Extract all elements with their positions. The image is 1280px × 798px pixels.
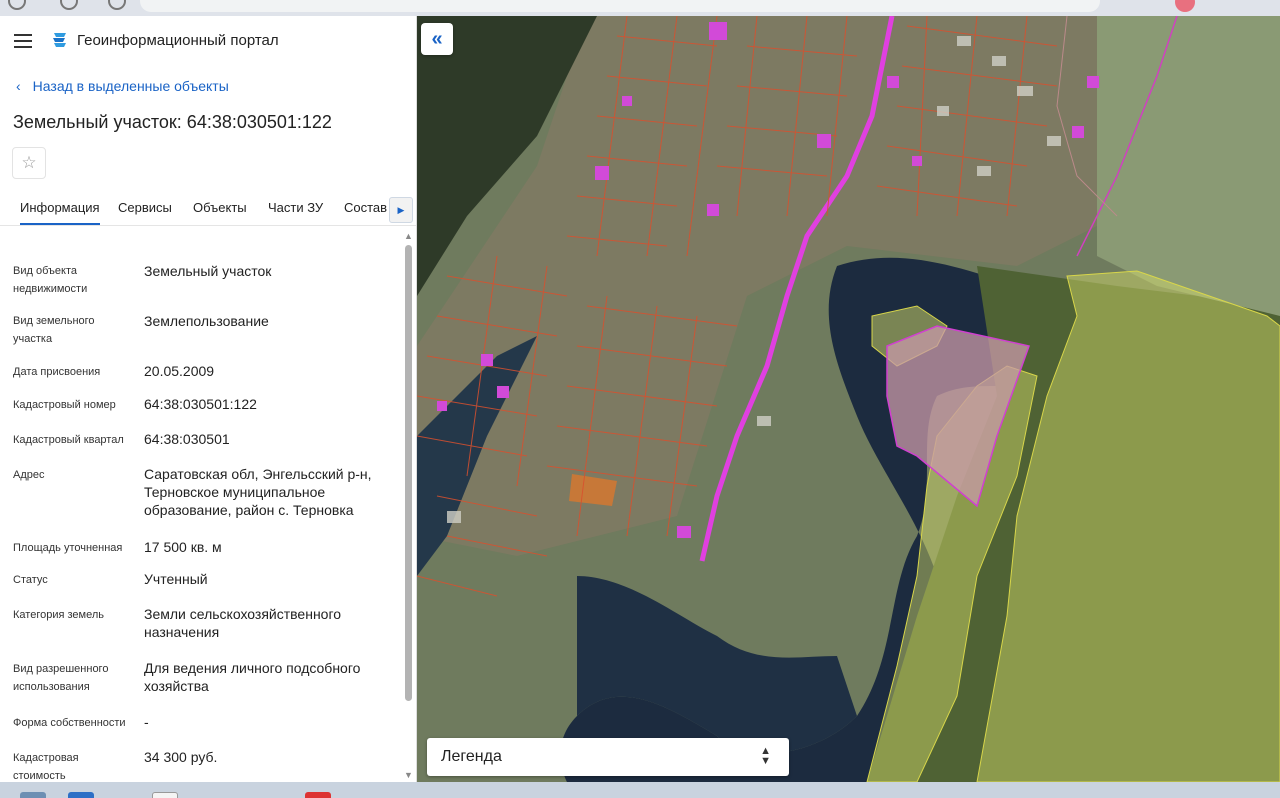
tab-information[interactable]: Информация bbox=[20, 200, 100, 225]
double-chevron-left-icon: « bbox=[431, 27, 443, 50]
address-bar[interactable] bbox=[140, 0, 1100, 12]
legend-label: Легенда bbox=[441, 748, 502, 765]
field-value: Для ведения личного подсобного хозяйства bbox=[144, 660, 361, 694]
star-icon: ☆ bbox=[21, 153, 37, 172]
taskbar-app-icon[interactable] bbox=[68, 792, 94, 798]
satellite-map bbox=[417, 16, 1280, 782]
field-label: Дата присвоения bbox=[13, 366, 101, 378]
field-value: Саратовская обл, Энгельсский р-н, Тернов… bbox=[144, 466, 372, 518]
tab-objects[interactable]: Объекты bbox=[193, 200, 247, 215]
taskbar-app-icon[interactable] bbox=[152, 792, 178, 798]
field-label: Кадастровый номер bbox=[13, 399, 116, 411]
page-title: Земельный участок: 64:38:030501:122 bbox=[13, 112, 332, 132]
field-value: Земельный участок bbox=[144, 263, 272, 279]
field-value: 64:38:030501 bbox=[144, 431, 230, 447]
app-header: Геоинформационный портал bbox=[0, 16, 416, 64]
field-value: 34 300 руб. bbox=[144, 749, 218, 765]
back-label: Назад в выделенные объекты bbox=[32, 78, 229, 94]
os-taskbar bbox=[0, 782, 1280, 798]
field-value: 17 500 кв. м bbox=[144, 539, 222, 555]
collapse-panel-button[interactable]: « bbox=[421, 23, 453, 55]
field-label: Статус bbox=[13, 574, 48, 586]
field-label: Вид объекта недвижимости bbox=[13, 265, 88, 295]
chevron-left-icon: ‹ bbox=[16, 78, 21, 94]
taskbar-app-icon[interactable] bbox=[305, 792, 331, 798]
field-value: Землепользование bbox=[144, 313, 269, 329]
browser-back-icon[interactable] bbox=[8, 0, 26, 10]
scrollbar-thumb[interactable] bbox=[405, 245, 412, 701]
field-label: Площадь уточненная bbox=[13, 542, 123, 554]
start-icon[interactable] bbox=[20, 792, 46, 798]
sort-arrows-icon: ▲ ▼ bbox=[760, 745, 771, 767]
portal-logo-icon bbox=[50, 30, 70, 50]
tabs-scroll-right-button[interactable]: ▶ bbox=[389, 197, 413, 223]
field-label: Кадастровый квартал bbox=[13, 434, 124, 446]
portal-title: Геоинформационный портал bbox=[77, 32, 279, 49]
browser-reload-icon[interactable] bbox=[108, 0, 126, 10]
scroll-up-icon[interactable]: ▲ bbox=[404, 231, 413, 241]
hamburger-icon[interactable] bbox=[14, 34, 32, 48]
field-label: Вид разрешенного использования bbox=[13, 663, 109, 693]
tab-parts[interactable]: Части ЗУ bbox=[268, 200, 323, 215]
status-value: Учтенный bbox=[144, 571, 208, 587]
legend-dropdown[interactable]: Легенда ▲ ▼ bbox=[427, 738, 789, 776]
field-value: Земли сельскохозяйственного назначения bbox=[144, 606, 342, 640]
info-scrollbar[interactable]: ▲ ▼ bbox=[403, 231, 415, 782]
scroll-down-icon[interactable]: ▼ bbox=[404, 770, 413, 780]
field-label: Форма собственности bbox=[13, 717, 126, 729]
tab-bar: Информация Сервисы Объекты Части ЗУ Сост… bbox=[0, 194, 416, 226]
favorite-button[interactable]: ☆ bbox=[12, 147, 46, 179]
field-label: Адрес bbox=[13, 469, 45, 481]
field-value: - bbox=[144, 714, 149, 730]
tab-services[interactable]: Сервисы bbox=[118, 200, 172, 215]
info-panel: Геоинформационный портал ‹ Назад в выделе… bbox=[0, 16, 417, 782]
back-to-selected-link[interactable]: ‹ Назад в выделенные объекты bbox=[16, 78, 229, 94]
profile-avatar[interactable] bbox=[1175, 0, 1195, 12]
field-value: 20.05.2009 bbox=[144, 363, 215, 379]
field-label: Категория земель bbox=[13, 609, 104, 621]
field-value: 64:38:030501:122 bbox=[144, 396, 257, 412]
browser-toolbar bbox=[0, 0, 1280, 16]
browser-forward-icon[interactable] bbox=[60, 0, 78, 10]
map-view[interactable]: « Легенда ▲ ▼ bbox=[417, 16, 1280, 782]
info-list: Вид объекта недвижимости Земельный участ… bbox=[0, 231, 402, 782]
tab-composition[interactable]: Состав bbox=[344, 200, 387, 215]
field-label: Кадастровая стоимость bbox=[13, 752, 79, 782]
caret-right-icon: ▶ bbox=[397, 204, 405, 215]
field-label: Вид земельного участка bbox=[13, 315, 95, 345]
